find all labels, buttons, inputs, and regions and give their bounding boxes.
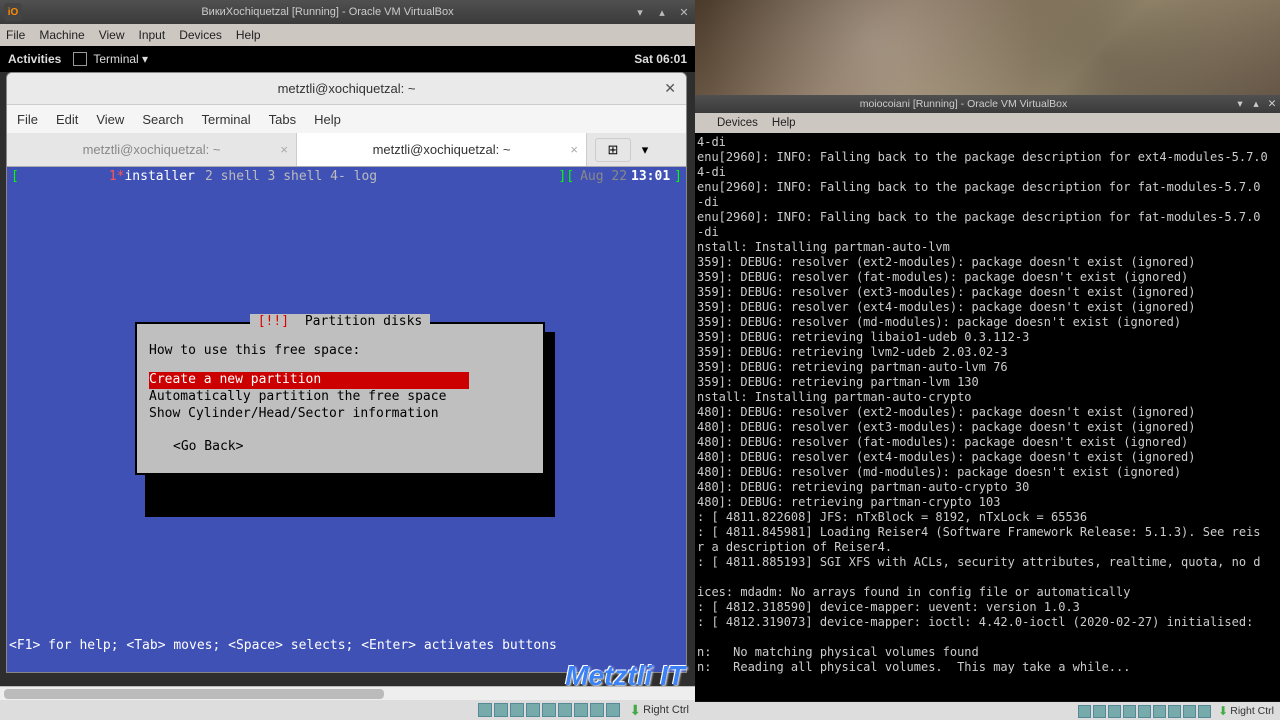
status-shared-icon-r[interactable] <box>1138 705 1151 718</box>
terminal-icon <box>73 52 87 66</box>
dialog-title-red: [!!] <box>254 314 293 329</box>
status-rec-icon-r[interactable] <box>1168 705 1181 718</box>
tab-0-close-icon[interactable]: × <box>280 142 288 157</box>
dialog-prompt: How to use this free space: <box>149 343 531 360</box>
tmenu-help[interactable]: Help <box>314 112 341 127</box>
tmenu-view[interactable]: View <box>96 112 124 127</box>
menu-view[interactable]: View <box>99 28 125 42</box>
terminal-menubar: File Edit View Search Terminal Tabs Help <box>7 105 686 133</box>
status-rest: 2 shell 3 shell 4- log <box>205 169 377 184</box>
screen-status-line: [ 1*installer 2 shell 3 shell 4- log ][ … <box>7 167 686 185</box>
tab-menu-button[interactable]: ▾ <box>631 142 659 158</box>
terminal-close-icon[interactable]: ✕ <box>664 80 676 97</box>
gnome-top-bar: Activities Terminal ▾ Sat 06:01 <box>0 46 695 72</box>
close-icon[interactable]: ✕ <box>673 1 695 23</box>
vm-window-right: moiocoiani [Running] - Oracle VM Virtual… <box>695 0 1280 720</box>
host-key-indicator: ⬇Right Ctrl <box>629 702 689 719</box>
tmenu-file[interactable]: File <box>17 112 38 127</box>
clock[interactable]: Sat 06:01 <box>634 52 687 66</box>
dialog-title-text: Partition disks <box>293 314 426 329</box>
status-cd-icon-r[interactable] <box>1093 705 1106 718</box>
tab-1-close-icon[interactable]: × <box>570 142 578 157</box>
titlebar-right-text: moiocoiani [Running] - Oracle VM Virtual… <box>695 98 1232 110</box>
status-date: Aug 22 <box>580 169 627 184</box>
option-auto-partition[interactable]: Automatically partition the free space <box>149 389 531 406</box>
vbox-menubar-right: Devices Help <box>695 113 1280 133</box>
tmenu-search[interactable]: Search <box>142 112 183 127</box>
status-hd-icon-r[interactable] <box>1078 705 1091 718</box>
menu-devices[interactable]: Devices <box>179 28 222 42</box>
vbox-statusbar-right: ⬇Right Ctrl <box>695 702 1280 720</box>
terminal-window: metztli@xochiquetzal: ~ ✕ File Edit View… <box>6 72 687 673</box>
status-usb-icon[interactable] <box>526 703 540 717</box>
vbox-icon: iO <box>4 3 22 21</box>
status-win: installer <box>124 169 194 184</box>
menu-help-r[interactable]: Help <box>772 117 796 129</box>
minimize-icon[interactable]: ▾ <box>629 1 651 23</box>
tab-0[interactable]: metztli@xochiquetzal: ~ × <box>7 133 297 166</box>
menu-devices-r[interactable]: Devices <box>717 117 758 129</box>
terminal-title-text: metztli@xochiquetzal: ~ <box>278 81 416 96</box>
scrollbar-thumb[interactable] <box>4 689 384 699</box>
status-time: 13:01 <box>631 169 670 184</box>
status-net-icon[interactable] <box>510 703 524 717</box>
titlebar-right[interactable]: moiocoiani [Running] - Oracle VM Virtual… <box>695 95 1280 113</box>
status-display-icon-r[interactable] <box>1153 705 1166 718</box>
installer-help-line: <F1> for help; <Tab> moves; <Space> sele… <box>9 638 557 653</box>
vm-window-left: iO ВикиXochiquetzal [Running] - Oracle V… <box>0 0 695 720</box>
option-show-chs[interactable]: Show Cylinder/Head/Sector information <box>149 406 531 423</box>
vbox-statusbar-left: ⬇Right Ctrl <box>0 700 695 720</box>
maximize-icon[interactable]: ▴ <box>651 1 673 23</box>
background-image-strip <box>695 0 1280 95</box>
hostkey-arrow-icon: ⬇ <box>629 702 641 719</box>
activities-button[interactable]: Activities <box>8 52 61 66</box>
status-mouse-icon[interactable] <box>606 703 620 717</box>
current-app[interactable]: Terminal ▾ <box>73 52 148 66</box>
tab-0-label: metztli@xochiquetzal: ~ <box>83 142 221 157</box>
host-key-label: Right Ctrl <box>643 704 689 716</box>
vbox-menubar-left: File Machine View Input Devices Help <box>0 24 695 46</box>
horizontal-scrollbar[interactable] <box>0 686 695 700</box>
status-usb-icon-r[interactable] <box>1123 705 1136 718</box>
status-hd-icon[interactable] <box>478 703 492 717</box>
status-cd-icon[interactable] <box>494 703 508 717</box>
option-create-partition[interactable]: Create a new partition <box>149 372 469 389</box>
status-display-icon[interactable] <box>558 703 572 717</box>
terminal-content[interactable]: [ 1*installer 2 shell 3 shell 4- log ][ … <box>7 167 686 673</box>
menu-input[interactable]: Input <box>139 28 166 42</box>
tab-1[interactable]: metztli@xochiquetzal: ~ × <box>297 133 587 166</box>
terminal-tabs: metztli@xochiquetzal: ~ × metztli@xochiq… <box>7 133 686 167</box>
tmenu-terminal[interactable]: Terminal <box>202 112 251 127</box>
status-net-icon-r[interactable] <box>1108 705 1121 718</box>
menu-help[interactable]: Help <box>236 28 261 42</box>
current-app-label: Terminal ▾ <box>93 52 148 66</box>
tmenu-edit[interactable]: Edit <box>56 112 78 127</box>
tab-1-label: metztli@xochiquetzal: ~ <box>373 142 511 157</box>
terminal-titlebar[interactable]: metztli@xochiquetzal: ~ ✕ <box>7 73 686 105</box>
console-output[interactable]: 4-di enu[2960]: INFO: Falling back to th… <box>695 133 1280 701</box>
tmenu-tabs[interactable]: Tabs <box>269 112 296 127</box>
host-key-indicator-r: ⬇Right Ctrl <box>1218 704 1274 718</box>
status-cpu-icon-r[interactable] <box>1183 705 1196 718</box>
status-shared-icon[interactable] <box>542 703 556 717</box>
hostkey-arrow-icon-r: ⬇ <box>1218 704 1228 718</box>
titlebar-left-text: ВикиXochiquetzal [Running] - Oracle VM V… <box>26 6 629 18</box>
titlebar-left[interactable]: iO ВикиXochiquetzal [Running] - Oracle V… <box>0 0 695 24</box>
status-rec-icon[interactable] <box>574 703 588 717</box>
host-key-label-r: Right Ctrl <box>1230 705 1274 717</box>
close-icon-r[interactable]: ✕ <box>1264 98 1280 110</box>
minimize-icon-r[interactable]: ▾ <box>1232 98 1248 110</box>
new-tab-button[interactable]: ⊞ <box>595 138 631 162</box>
menu-file[interactable]: File <box>6 28 25 42</box>
status-mouse-icon-r[interactable] <box>1198 705 1211 718</box>
maximize-icon-r[interactable]: ▴ <box>1248 98 1264 110</box>
partition-dialog: [!!] Partition disks How to use this fre… <box>135 322 545 475</box>
status-star: 1* <box>109 169 125 184</box>
status-cpu-icon[interactable] <box>590 703 604 717</box>
dialog-title: [!!] Partition disks <box>137 314 543 329</box>
go-back-button[interactable]: <Go Back> <box>173 439 531 456</box>
menu-machine[interactable]: Machine <box>39 28 84 42</box>
